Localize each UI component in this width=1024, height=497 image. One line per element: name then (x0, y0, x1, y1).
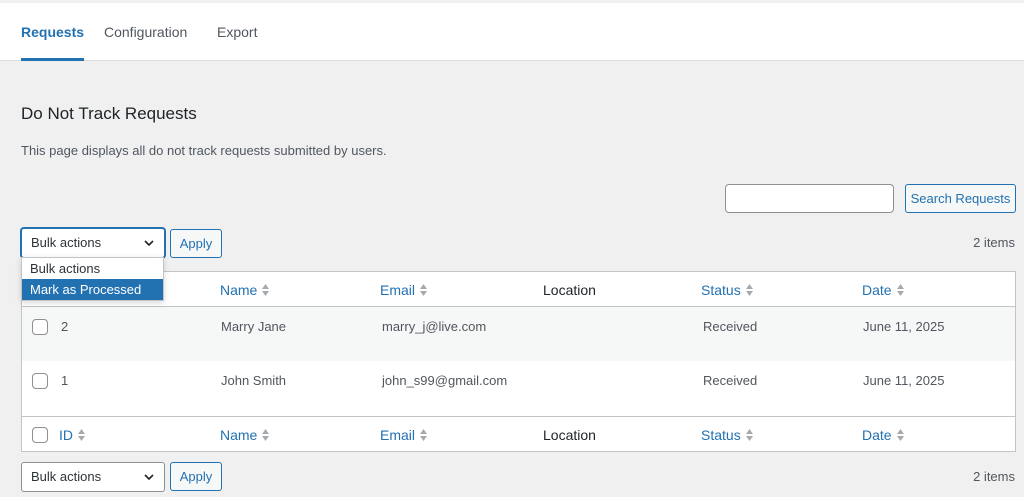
apply-button-top[interactable]: Apply (170, 229, 222, 258)
sort-icon (420, 284, 428, 296)
column-date-header[interactable]: Date (862, 282, 905, 298)
row-date: June 11, 2025 (863, 319, 945, 334)
column-id-footer[interactable]: ID (59, 427, 86, 443)
sort-icon (896, 284, 904, 296)
bulk-actions-selected-label: Bulk actions (31, 469, 102, 484)
row-id: 1 (61, 373, 69, 388)
sort-icon (896, 429, 904, 441)
tab-configuration[interactable]: Configuration (104, 3, 187, 61)
column-name-label: Name (220, 282, 258, 298)
row-status: Received (703, 373, 758, 388)
column-status-label: Status (701, 427, 741, 443)
sort-icon (420, 429, 428, 441)
table-row: 2 Marry Jane marry_j@live.com Received J… (22, 307, 1015, 361)
sort-icon (262, 284, 270, 296)
column-location-header: Location (543, 282, 596, 298)
tab-bar: Requests Configuration Export (0, 0, 1024, 61)
search-input[interactable] (725, 184, 894, 213)
row-checkbox[interactable] (32, 319, 48, 335)
select-all-checkbox-bottom[interactable] (32, 427, 48, 443)
bulk-option-bulk-actions[interactable]: Bulk actions (22, 258, 163, 279)
column-status-footer[interactable]: Status (701, 427, 754, 443)
row-email: marry_j@live.com (382, 319, 487, 334)
column-email-label: Email (380, 282, 416, 298)
row-checkbox[interactable] (32, 373, 48, 389)
column-email-label: Email (380, 427, 416, 443)
item-count-top: 2 items (973, 235, 1015, 250)
column-status-header[interactable]: Status (701, 282, 754, 298)
row-name: John Smith (221, 373, 287, 388)
column-location-footer: Location (543, 427, 596, 443)
column-email-footer[interactable]: Email (380, 427, 428, 443)
table-header: Name Email Location Status Date (22, 272, 1015, 307)
row-date: June 11, 2025 (863, 373, 945, 388)
sort-icon (262, 429, 270, 441)
row-name: Marry Jane (221, 319, 287, 334)
page-title: Do Not Track Requests (21, 104, 197, 123)
item-count-bottom: 2 items (973, 469, 1015, 484)
column-name-header[interactable]: Name (220, 282, 270, 298)
column-date-label: Date (862, 427, 892, 443)
bulk-actions-dropdown: Bulk actions Mark as Processed (21, 257, 164, 301)
bulk-option-mark-as-processed[interactable]: Mark as Processed (22, 279, 163, 300)
tab-export[interactable]: Export (217, 3, 257, 61)
row-status: Received (703, 319, 758, 334)
column-name-footer[interactable]: Name (220, 427, 270, 443)
tab-requests[interactable]: Requests (21, 3, 85, 61)
row-id: 2 (61, 319, 69, 334)
table-row: 1 John Smith john_s99@gmail.com Received… (22, 361, 1015, 415)
row-email: john_s99@gmail.com (382, 373, 508, 388)
sort-icon (78, 429, 85, 441)
chevron-down-icon (144, 474, 154, 481)
sort-icon (745, 429, 753, 441)
column-date-footer[interactable]: Date (862, 427, 905, 443)
table-footer: ID Name Email Location Status Date (22, 416, 1015, 451)
column-name-label: Name (220, 427, 258, 443)
requests-table: Name Email Location Status Date 2 Marry … (21, 271, 1016, 452)
apply-button-bottom[interactable]: Apply (170, 462, 222, 491)
chevron-down-icon (144, 240, 154, 247)
column-email-header[interactable]: Email (380, 282, 428, 298)
search-requests-button[interactable]: Search Requests (905, 184, 1016, 213)
sort-icon (745, 284, 753, 296)
column-status-label: Status (701, 282, 741, 298)
column-date-label: Date (862, 282, 892, 298)
bulk-actions-select-bottom[interactable]: Bulk actions (21, 462, 165, 492)
page-description: This page displays all do not track requ… (21, 143, 387, 158)
column-id-label: ID (59, 427, 73, 443)
bulk-actions-selected-label: Bulk actions (31, 235, 102, 250)
bulk-actions-select-top[interactable]: Bulk actions (21, 228, 165, 258)
